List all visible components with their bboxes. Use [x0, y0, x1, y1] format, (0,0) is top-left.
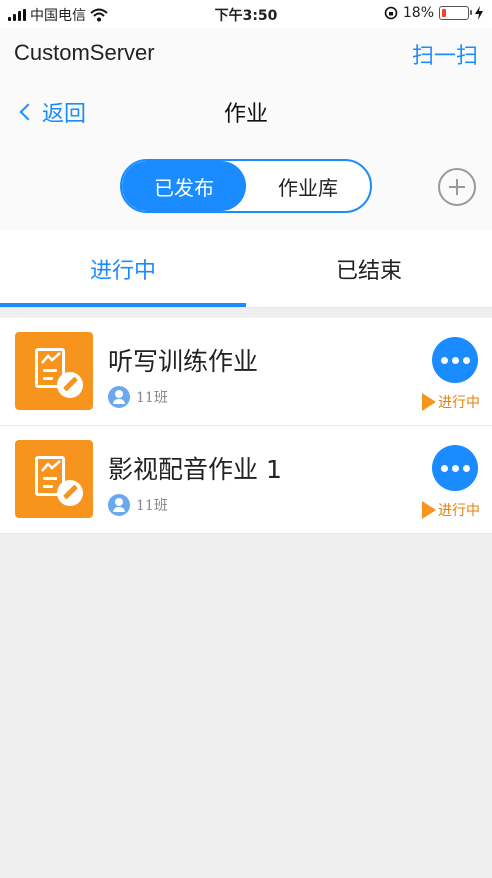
- more-dot-icon: [462, 356, 470, 364]
- scan-button[interactable]: 扫一扫: [412, 38, 478, 70]
- battery-icon: [439, 6, 472, 20]
- assignment-list: 听写训练作业 11班 进行中 影视配音作业 1 11班 进行中: [0, 318, 492, 534]
- charging-icon: [475, 6, 483, 20]
- status-badge: 进行中: [422, 392, 480, 412]
- status-badge: 进行中: [422, 500, 480, 520]
- more-dot-icon: [451, 356, 459, 364]
- status-label: 进行中: [438, 503, 480, 519]
- more-dot-icon: [440, 356, 448, 364]
- nav-bar: 返回 作业: [0, 78, 492, 142]
- list-item[interactable]: 听写训练作业 11班 进行中: [0, 318, 492, 426]
- status-right: 18%: [384, 5, 484, 21]
- list-item[interactable]: 影视配音作业 1 11班 进行中: [0, 426, 492, 534]
- segmented-control: 已发布 作业库: [120, 159, 372, 213]
- tab-ended[interactable]: 已结束: [246, 230, 492, 307]
- more-dot-icon: [440, 464, 448, 472]
- add-icon[interactable]: [438, 168, 476, 206]
- class-tag: 11班: [108, 494, 168, 516]
- class-label: 11班: [136, 390, 168, 406]
- more-dot-icon: [451, 464, 459, 472]
- more-button[interactable]: [432, 337, 478, 383]
- play-icon: [422, 393, 436, 411]
- assignment-title: 影视配音作业 1: [108, 455, 282, 484]
- more-button[interactable]: [432, 445, 478, 491]
- play-icon: [422, 501, 436, 519]
- segment-published[interactable]: 已发布: [122, 161, 246, 211]
- class-icon: [108, 386, 130, 408]
- back-label: 返回: [42, 102, 87, 127]
- more-dot-icon: [462, 464, 470, 472]
- back-button[interactable]: 返回: [18, 96, 86, 128]
- battery-percent: 18%: [402, 5, 434, 21]
- chevron-left-icon: [19, 103, 37, 121]
- assignment-title: 听写训练作业: [108, 347, 259, 376]
- tab-in-progress[interactable]: 进行中: [0, 230, 246, 307]
- tab-bar: 进行中 已结束: [0, 230, 492, 308]
- app-header: CustomServer 扫一扫: [0, 28, 492, 78]
- class-label: 11班: [136, 498, 168, 514]
- segment-bar: 已发布 作业库: [0, 142, 492, 230]
- app-name: CustomServer: [14, 40, 155, 65]
- status-bar: 中国电信 下午3:50 18%: [0, 0, 492, 28]
- class-tag: 11班: [108, 386, 168, 408]
- segment-library[interactable]: 作业库: [246, 161, 370, 211]
- status-label: 进行中: [438, 395, 480, 411]
- homework-icon: [15, 440, 93, 518]
- rotation-lock-icon: [384, 6, 398, 20]
- homework-icon: [15, 332, 93, 410]
- class-icon: [108, 494, 130, 516]
